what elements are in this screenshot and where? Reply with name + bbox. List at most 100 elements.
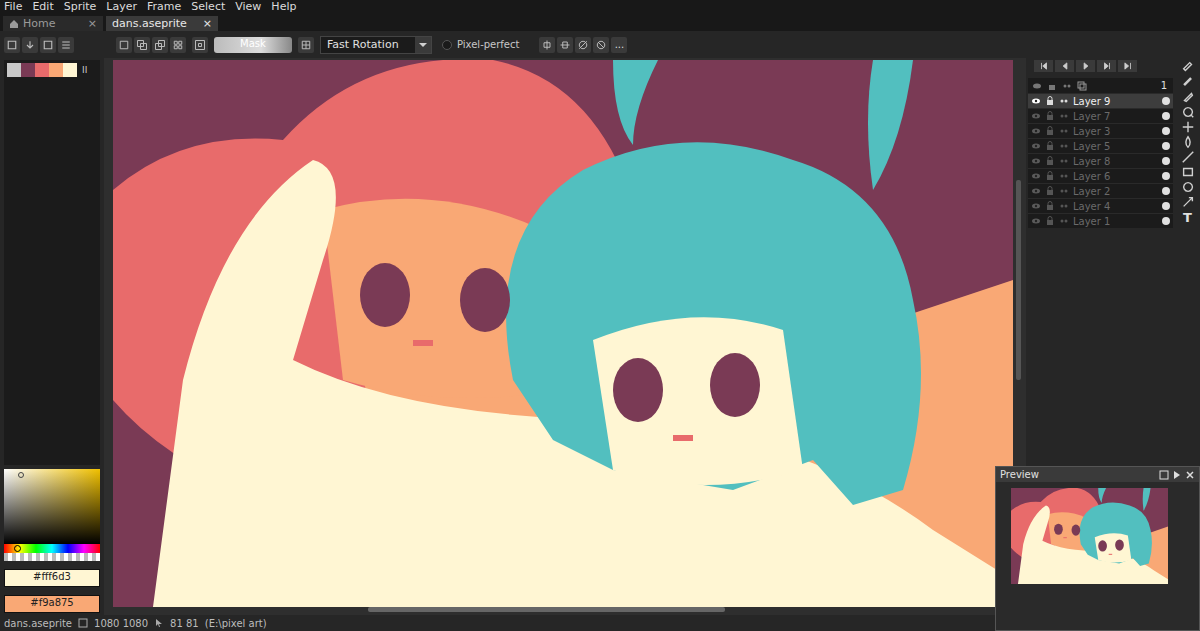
layer-row[interactable]: Layer 5 <box>1028 138 1173 153</box>
cel-dot[interactable] <box>1162 202 1170 210</box>
tool-button[interactable] <box>1179 180 1197 194</box>
palette-button[interactable] <box>4 37 20 53</box>
rotation-dropdown[interactable]: Fast Rotation <box>320 36 432 54</box>
selection-mode-button[interactable] <box>134 37 150 53</box>
layer-row[interactable]: Layer 6 <box>1028 168 1173 183</box>
lock-icon[interactable] <box>1045 96 1055 106</box>
link-icon[interactable] <box>1059 96 1069 106</box>
scroll-thumb[interactable] <box>1016 180 1021 380</box>
sprite-canvas[interactable] <box>113 60 1013 607</box>
eye-icon[interactable] <box>1031 216 1041 226</box>
lock-icon[interactable] <box>1045 126 1055 136</box>
lock-icon[interactable] <box>1045 141 1055 151</box>
palette-button[interactable] <box>58 37 74 53</box>
tool-button[interactable] <box>1179 105 1197 119</box>
tab-close-button[interactable]: × <box>203 17 212 30</box>
lock-icon[interactable] <box>1045 216 1055 226</box>
scroll-thumb[interactable] <box>368 607 725 612</box>
tool-button[interactable] <box>1179 135 1197 149</box>
palette-swatch[interactable] <box>21 63 35 77</box>
cel-dot[interactable] <box>1162 172 1170 180</box>
playback-button[interactable] <box>1034 60 1053 72</box>
symmetry-button[interactable] <box>557 37 573 53</box>
background-color[interactable]: #f9a875 <box>4 595 100 613</box>
link-icon[interactable] <box>1059 156 1069 166</box>
eye-icon[interactable] <box>1031 201 1041 211</box>
lock-icon[interactable] <box>1045 156 1055 166</box>
menu-item[interactable]: Edit <box>32 0 53 14</box>
pivot-button[interactable] <box>298 37 314 53</box>
layer-row[interactable]: Layer 9 <box>1028 93 1173 108</box>
cel-dot[interactable] <box>1162 187 1170 195</box>
palette-button[interactable] <box>40 37 56 53</box>
eye-icon[interactable] <box>1031 186 1041 196</box>
palette-swatch[interactable] <box>7 63 21 77</box>
eye-icon[interactable] <box>1031 126 1041 136</box>
frame-number[interactable]: 1 <box>1161 80 1169 91</box>
cel-dot[interactable] <box>1162 157 1170 165</box>
alpha-slider[interactable] <box>4 553 100 561</box>
link-icon[interactable] <box>1059 141 1069 151</box>
tab[interactable]: Home× <box>3 16 103 31</box>
link-icon[interactable] <box>1059 186 1069 196</box>
eye-icon[interactable] <box>1031 141 1041 151</box>
eye-icon[interactable] <box>1031 96 1041 106</box>
lock-icon[interactable] <box>1045 171 1055 181</box>
tool-button[interactable] <box>1179 75 1197 89</box>
menu-item[interactable]: Select <box>191 0 225 14</box>
layer-row[interactable]: Layer 1 <box>1028 213 1173 228</box>
layer-row[interactable]: Layer 4 <box>1028 198 1173 213</box>
lock-icon[interactable] <box>1045 111 1055 121</box>
tab[interactable]: dans.aseprite× <box>106 16 218 31</box>
preview-title-bar[interactable]: Preview <box>996 467 1199 482</box>
cel-dot[interactable] <box>1162 142 1170 150</box>
link-icon[interactable] <box>1059 201 1069 211</box>
palette-resize-handle[interactable]: II <box>82 65 87 75</box>
tool-button[interactable] <box>1179 165 1197 179</box>
link-icon[interactable] <box>1059 216 1069 226</box>
menu-item[interactable]: Layer <box>106 0 137 14</box>
symmetry-button[interactable] <box>539 37 555 53</box>
more-button[interactable]: ... <box>611 37 627 53</box>
mask-button[interactable]: Mask <box>214 37 292 53</box>
tool-button[interactable] <box>1179 120 1197 134</box>
menu-item[interactable]: View <box>235 0 261 14</box>
menu-item[interactable]: Help <box>271 0 296 14</box>
play-icon[interactable] <box>1172 470 1182 480</box>
selection-mode-button[interactable] <box>152 37 168 53</box>
palette-swatch[interactable] <box>35 63 49 77</box>
menu-item[interactable]: Frame <box>147 0 181 14</box>
layer-row[interactable]: Layer 8 <box>1028 153 1173 168</box>
transparent-color-button[interactable] <box>192 37 208 53</box>
picker-cursor[interactable] <box>18 472 24 478</box>
tool-button[interactable] <box>1179 150 1197 164</box>
selection-mode-button[interactable] <box>116 37 132 53</box>
cel-dot[interactable] <box>1162 97 1170 105</box>
layer-row[interactable]: Layer 3 <box>1028 123 1173 138</box>
hue-thumb[interactable] <box>14 545 21 552</box>
lock-icon[interactable] <box>1045 201 1055 211</box>
horizontal-scrollbar[interactable] <box>113 607 1013 613</box>
playback-button[interactable] <box>1076 60 1095 72</box>
menu-item[interactable]: File <box>4 0 22 14</box>
playback-button[interactable] <box>1118 60 1137 72</box>
layer-row[interactable]: Layer 7 <box>1028 108 1173 123</box>
symmetry-button[interactable] <box>593 37 609 53</box>
tab-close-button[interactable]: × <box>88 17 97 30</box>
palette-swatch[interactable] <box>63 63 77 77</box>
cel-dot[interactable] <box>1162 127 1170 135</box>
close-icon[interactable] <box>1185 470 1195 480</box>
eye-icon[interactable] <box>1031 111 1041 121</box>
palette-swatch[interactable] <box>49 63 63 77</box>
eye-icon[interactable] <box>1031 156 1041 166</box>
preview-window[interactable]: Preview <box>995 466 1200 631</box>
tool-button[interactable] <box>1179 195 1197 209</box>
text-tool-button[interactable]: T <box>1179 210 1197 224</box>
eye-icon[interactable] <box>1031 171 1041 181</box>
pixel-perfect-checkbox[interactable]: Pixel-perfect <box>442 39 519 50</box>
link-icon[interactable] <box>1059 126 1069 136</box>
selection-mode-button[interactable] <box>170 37 186 53</box>
playback-button[interactable] <box>1097 60 1116 72</box>
cel-dot[interactable] <box>1162 217 1170 225</box>
saturation-value-field[interactable] <box>4 469 100 544</box>
